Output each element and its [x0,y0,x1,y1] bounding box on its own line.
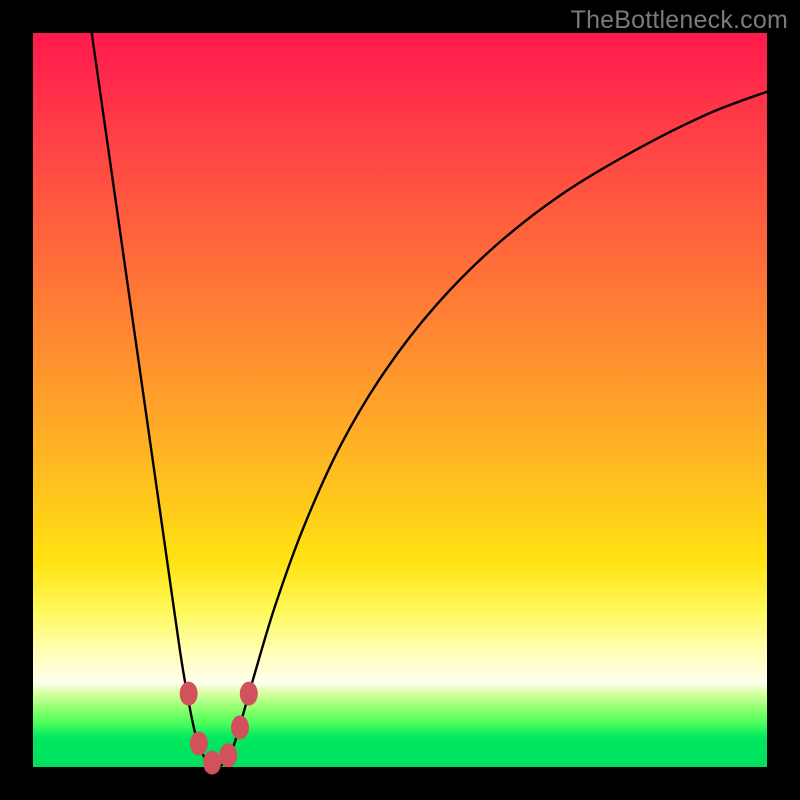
curve-marker [180,682,198,706]
curve-marker [203,751,221,775]
curve-marker [190,732,208,756]
curve-marker [219,743,237,767]
curve-marker [231,715,249,739]
curve-svg [33,33,767,767]
curve-markers [180,682,258,775]
plot-area [33,33,767,767]
curve-marker [240,682,258,706]
chart-frame: TheBottleneck.com [0,0,800,800]
bottleneck-curve [92,33,767,767]
watermark-text: TheBottleneck.com [571,6,788,35]
